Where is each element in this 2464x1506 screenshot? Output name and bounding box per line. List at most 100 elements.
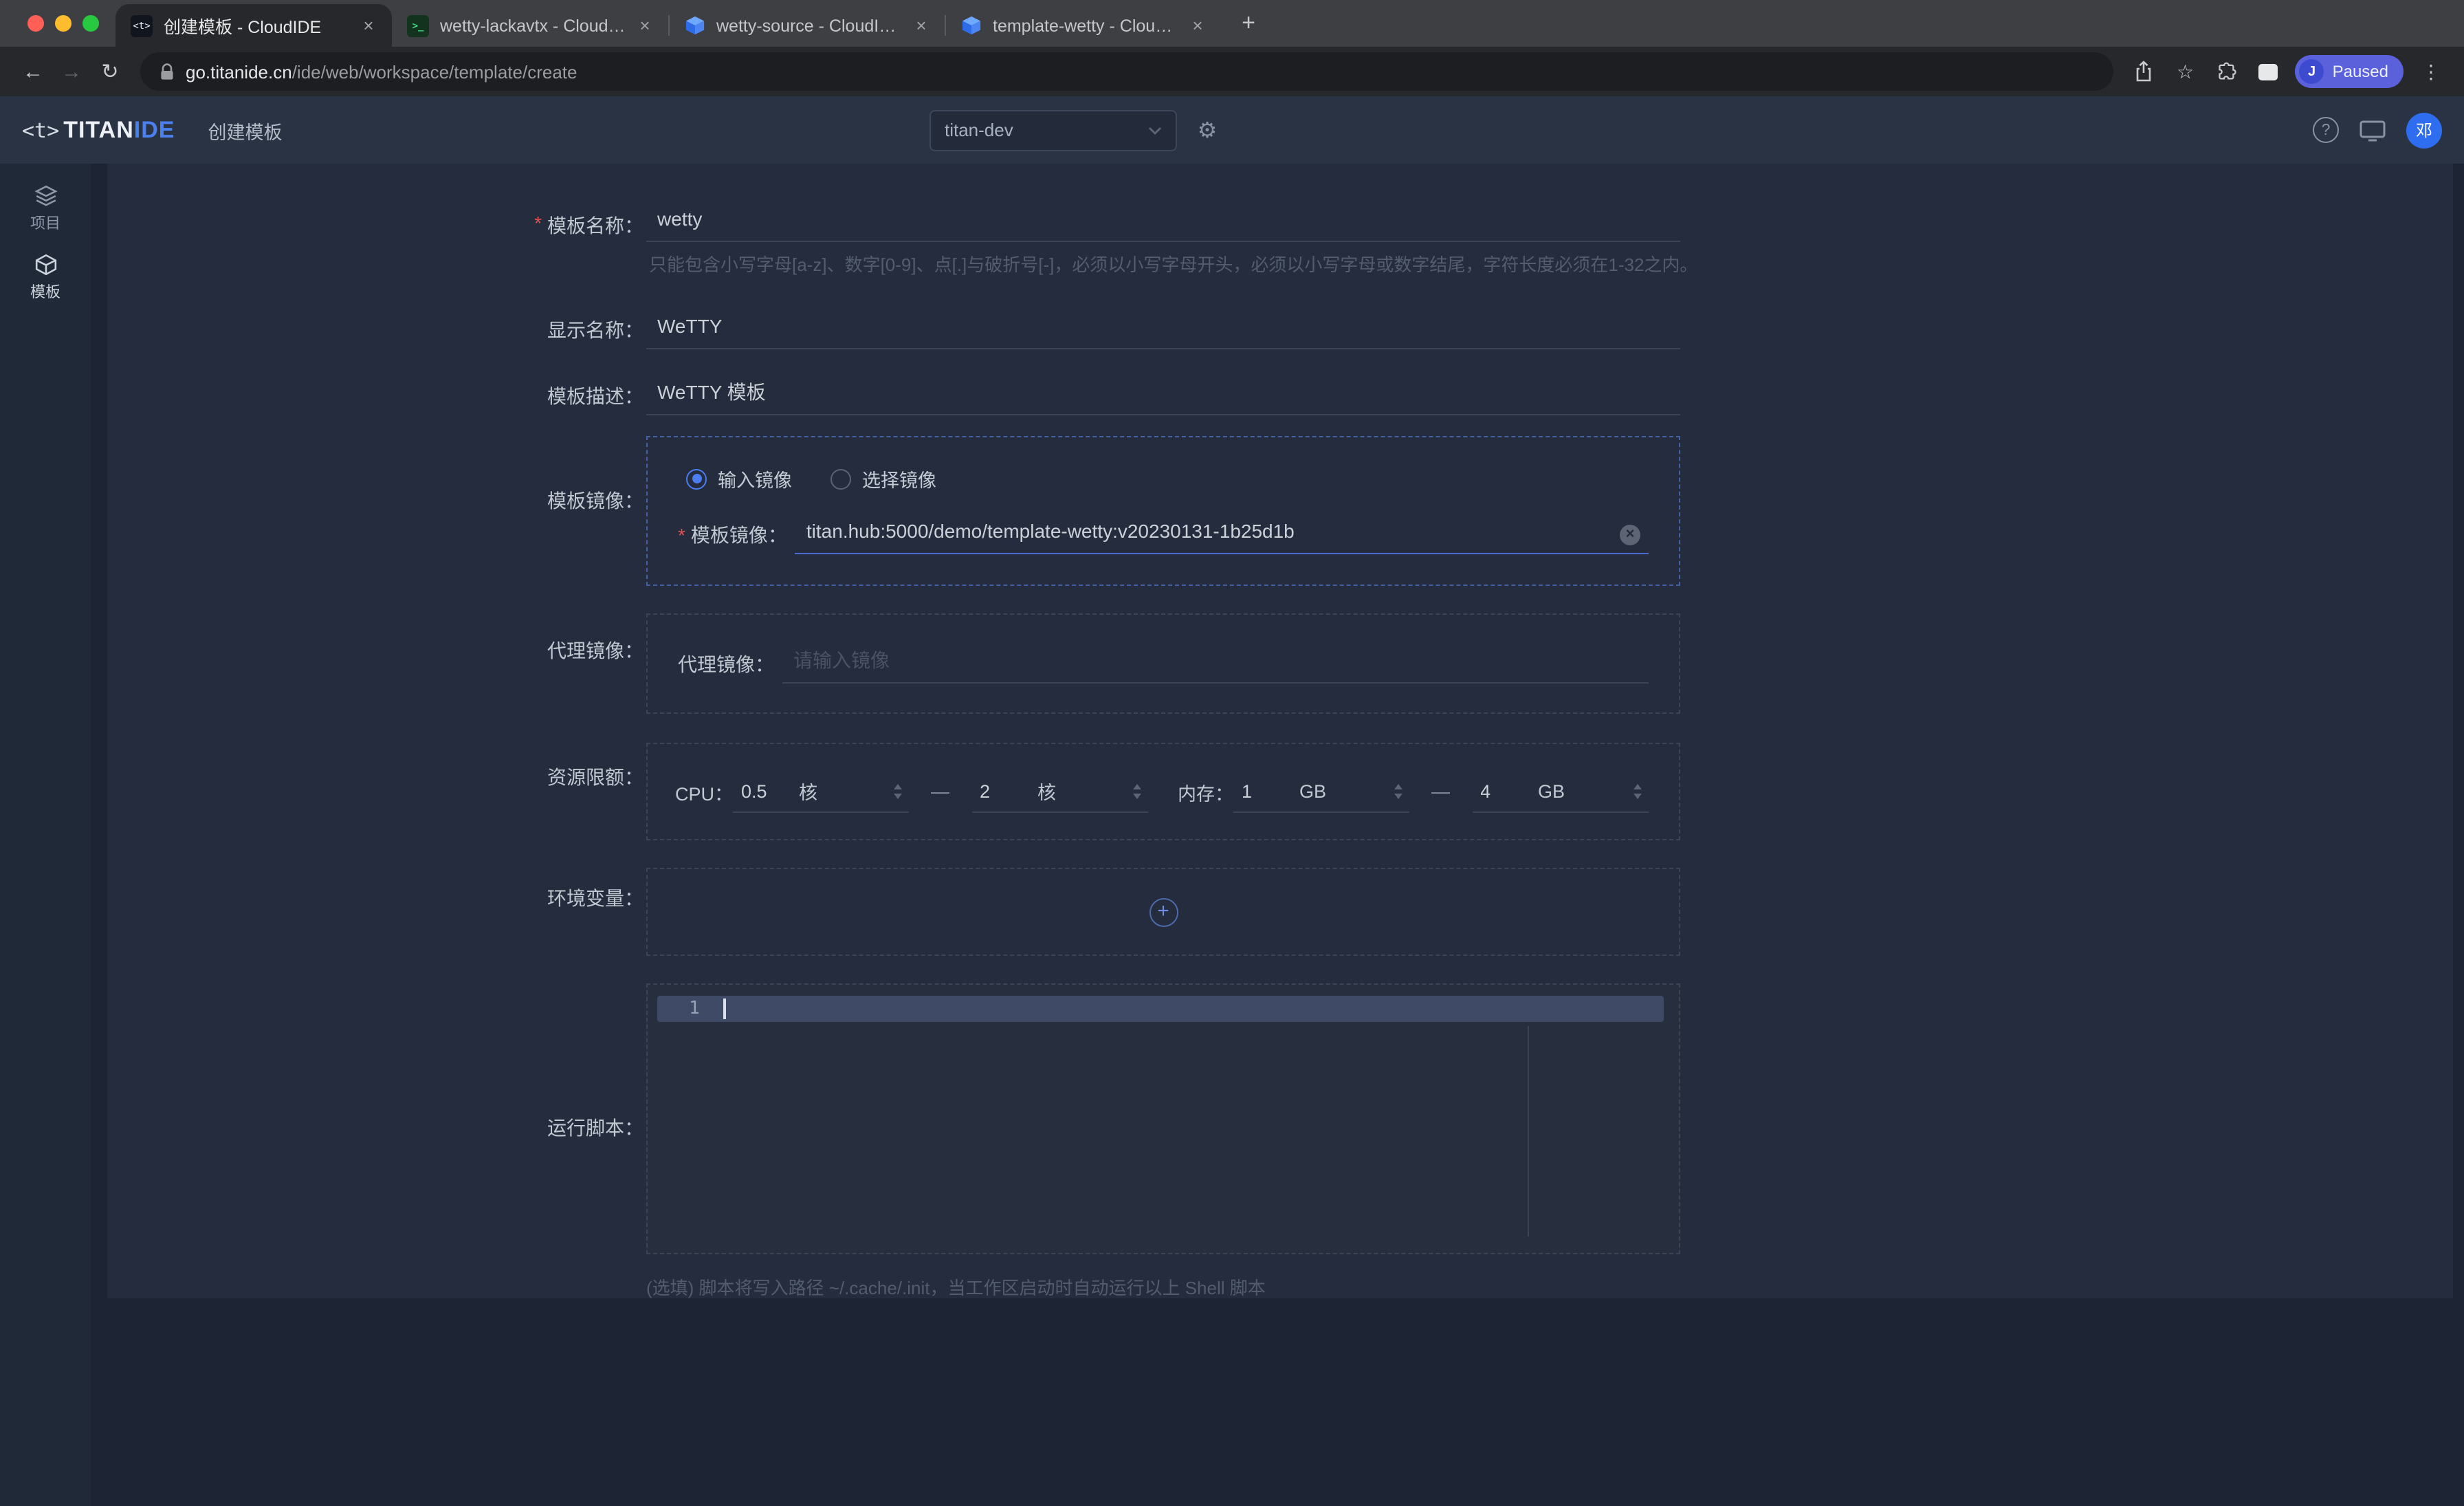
stepper-icon[interactable]: [1394, 783, 1405, 798]
back-icon[interactable]: ←: [14, 52, 52, 91]
tab-close-icon[interactable]: ×: [634, 14, 656, 36]
range-separator: —: [931, 781, 949, 802]
cube-favicon-icon: [960, 14, 982, 36]
tab-create-template[interactable]: <t> 创建模板 - CloudIDE ×: [116, 4, 392, 47]
text-cursor: [723, 998, 725, 1019]
field-label-resources: 资源限额：: [107, 714, 646, 840]
bookmark-star-icon[interactable]: ☆: [2166, 52, 2205, 91]
template-image-box: 输入镜像 选择镜像 *模板镜像：: [646, 436, 1680, 586]
inner-label-template-image: *模板镜像：: [678, 521, 787, 548]
logo-titan: TITAN: [63, 116, 134, 144]
tab-template-wetty[interactable]: template-wetty - CloudIDE ×: [945, 4, 1221, 47]
run-script-editor[interactable]: 1: [646, 983, 1680, 1254]
tab-close-icon[interactable]: ×: [1187, 14, 1209, 36]
fullscreen-window-button[interactable]: [82, 15, 99, 32]
tab-close-icon[interactable]: ×: [910, 14, 932, 36]
help-icon[interactable]: ?: [2313, 117, 2339, 143]
memory-max-unit: GB: [1538, 781, 1565, 801]
close-window-button[interactable]: [28, 15, 44, 32]
forward-icon[interactable]: →: [52, 52, 91, 91]
app-header: <t> TITAN IDE 创建模板 titan-dev ⚙ ? 邓: [0, 96, 2464, 164]
browser-toolbar: ← → ↻ go.titanide.cn/ide/web/workspace/t…: [0, 47, 2464, 96]
minimize-window-button[interactable]: [55, 15, 72, 32]
cpu-min-input[interactable]: [741, 781, 799, 801]
create-template-form: * 模板名称： 只能包含小写字母[a-z]、数字[0-9]、点[.]与破折号[-…: [107, 164, 2453, 1298]
tab-title: wetty-lackavtx - CloudIDE: [440, 16, 626, 35]
editor-ruler: [1528, 1026, 1529, 1236]
address-bar[interactable]: go.titanide.cn/ide/web/workspace/templat…: [140, 52, 2114, 91]
profile-sync-paused[interactable]: J Paused: [2296, 55, 2404, 88]
new-tab-button[interactable]: +: [1229, 3, 1268, 42]
sidebar-item-label: 模板: [30, 281, 60, 303]
layers-icon: [34, 184, 57, 208]
environment-select[interactable]: titan-dev: [930, 109, 1177, 151]
settings-gear-icon[interactable]: ⚙: [1191, 113, 1224, 146]
run-script-help: (选填) 脚本将写入路径 ~/.cache/.init，当工作区启动时自动运行以…: [646, 1274, 1680, 1298]
radio-label: 选择镜像: [862, 465, 936, 492]
create-template-panel: * 模板名称： 只能包含小写字母[a-z]、数字[0-9]、点[.]与破折号[-…: [107, 164, 2453, 1298]
titanide-favicon-icon: <t>: [131, 14, 153, 36]
radio-label: 输入镜像: [718, 465, 792, 492]
memory-label: 内存：: [1178, 778, 1233, 805]
cpu-min-unit: 核: [799, 777, 817, 805]
header-actions: ? 邓: [2313, 112, 2442, 148]
chevron-down-icon: [1148, 126, 1162, 134]
cpu-min-field: 核: [733, 771, 909, 812]
cpu-max-unit: 核: [1037, 777, 1056, 805]
cpu-label: CPU：: [675, 778, 733, 805]
share-icon[interactable]: [2125, 52, 2164, 91]
radio-icon: [686, 468, 707, 489]
template-image-input[interactable]: [795, 514, 1649, 554]
field-label-name: * 模板名称：: [107, 202, 646, 276]
workspace-monitor-icon[interactable]: [2360, 119, 2386, 141]
tab-strip: <t> 创建模板 - CloudIDE × >_ wetty-lackavtx …: [0, 0, 2464, 47]
display-name-input[interactable]: [646, 309, 1680, 349]
reload-icon[interactable]: ↻: [91, 52, 129, 91]
clear-input-icon[interactable]: ×: [1620, 524, 1640, 545]
side-panel-icon[interactable]: [2249, 52, 2287, 91]
tab-wetty-source[interactable]: wetty-source - CloudIDE ×: [668, 4, 945, 47]
stepper-icon[interactable]: [1633, 783, 1644, 798]
memory-max-input[interactable]: [1480, 781, 1538, 801]
template-name-input[interactable]: [646, 202, 1680, 242]
sidebar-item-templates[interactable]: 模板: [0, 243, 91, 312]
profile-avatar: J: [2300, 59, 2324, 84]
cpu-max-input[interactable]: [980, 781, 1037, 801]
proxy-image-input[interactable]: [782, 644, 1649, 684]
tab-title: 创建模板 - CloudIDE: [164, 12, 349, 39]
stepper-icon[interactable]: [1132, 783, 1143, 798]
memory-min-unit: GB: [1299, 781, 1326, 801]
cube-icon: [34, 253, 57, 276]
profile-status-label: Paused: [2333, 62, 2388, 81]
radio-input-image[interactable]: 输入镜像: [686, 465, 792, 492]
memory-min-input[interactable]: [1242, 781, 1299, 801]
template-description-input[interactable]: [646, 375, 1680, 415]
add-env-var-button[interactable]: +: [1149, 897, 1178, 926]
browser-menu-kebab-icon[interactable]: ⋮: [2412, 52, 2450, 91]
terminal-favicon-icon: >_: [407, 14, 429, 36]
sidebar-item-projects[interactable]: 项目: [0, 175, 91, 243]
titanide-logo[interactable]: <t> TITAN IDE: [22, 116, 175, 144]
tabs: <t> 创建模板 - CloudIDE × >_ wetty-lackavtx …: [116, 0, 1268, 47]
extensions-puzzle-icon[interactable]: [2208, 52, 2246, 91]
inner-label-proxy-image: 代理镜像：: [678, 650, 774, 677]
required-mark: *: [534, 212, 542, 234]
cpu-max-field: 核: [971, 771, 1147, 812]
tab-wetty-lackavtx[interactable]: >_ wetty-lackavtx - CloudIDE ×: [392, 4, 668, 47]
logo-mark: <t>: [22, 118, 59, 142]
field-label-description: 模板描述：: [107, 375, 646, 415]
toolbar-actions: ☆ J Paused ⋮: [2125, 52, 2450, 91]
url-path: /ide/web/workspace/template/create: [292, 61, 578, 82]
tab-close-icon[interactable]: ×: [358, 14, 380, 36]
stepper-icon[interactable]: [894, 783, 905, 798]
user-avatar[interactable]: 邓: [2406, 112, 2442, 148]
url-domain: go.titanide.cn: [186, 61, 292, 82]
tab-title: template-wetty - CloudIDE: [993, 16, 1178, 35]
field-label-run-script: 运行脚本：: [107, 956, 646, 1298]
range-separator: —: [1431, 781, 1450, 802]
field-label-template-image: 模板镜像：: [107, 415, 646, 586]
radio-select-image[interactable]: 选择镜像: [830, 465, 936, 492]
browser-window: <t> 创建模板 - CloudIDE × >_ wetty-lackavtx …: [0, 0, 2464, 1506]
app-body: 项目 模板 * 模板名称： 只能: [0, 164, 2464, 1506]
tab-title: wetty-source - CloudIDE: [716, 16, 902, 35]
